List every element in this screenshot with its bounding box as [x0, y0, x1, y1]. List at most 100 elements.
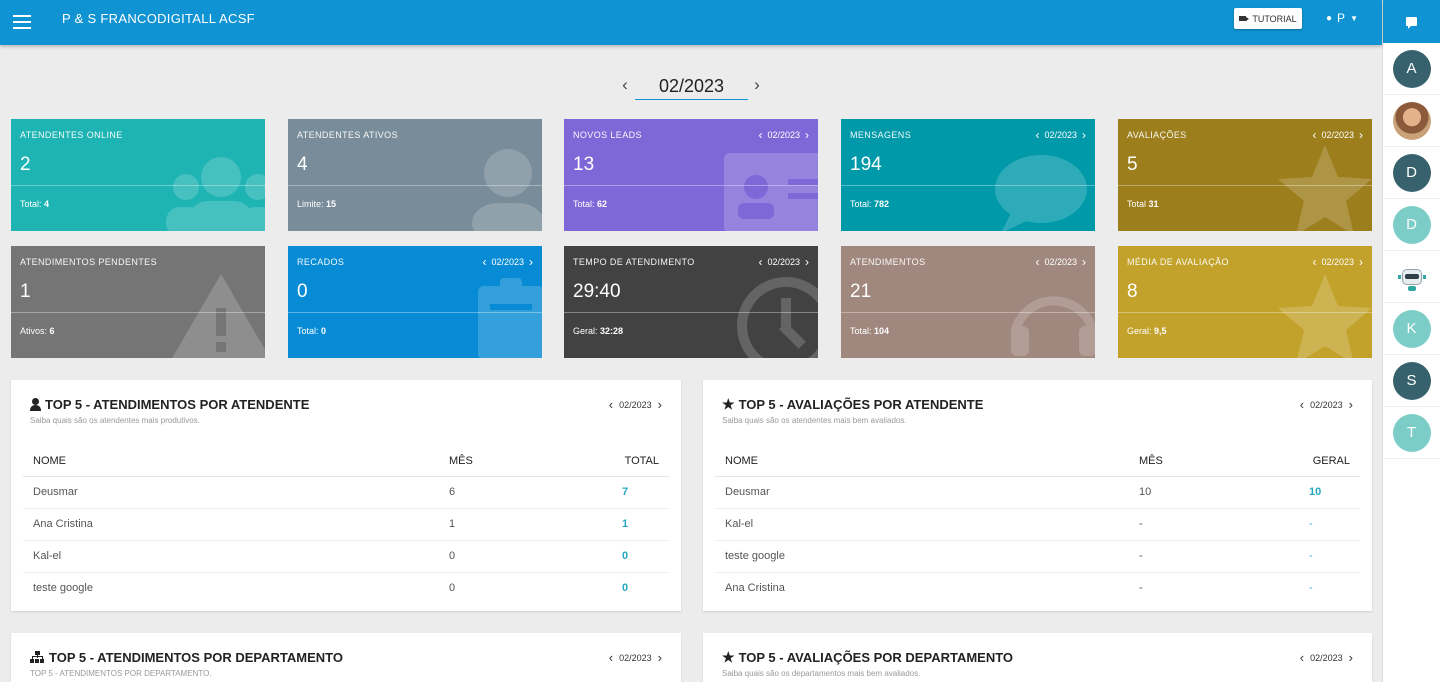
cell-total: -: [1279, 508, 1360, 541]
panel-period-nav: ‹ 02/2023 ›: [1300, 397, 1353, 412]
contact-item[interactable]: D: [1383, 199, 1440, 251]
footer-value: 6: [49, 326, 55, 336]
avatar-initial: A: [1406, 60, 1417, 77]
star-icon: ★: [722, 649, 735, 665]
star-icon: ★: [722, 396, 735, 412]
contact-item[interactable]: D: [1383, 147, 1440, 199]
chevron-left-icon[interactable]: ‹: [1312, 128, 1316, 142]
divider: [564, 185, 818, 186]
table-row: teste google - -: [715, 540, 1360, 573]
cell-month: -: [1129, 540, 1279, 573]
cell-month: 1: [439, 508, 579, 541]
contact-item[interactable]: T: [1383, 407, 1440, 459]
chevron-right-icon[interactable]: ›: [1082, 128, 1086, 142]
panel-period: 02/2023: [1310, 652, 1343, 663]
chevron-left-icon[interactable]: ‹: [1300, 650, 1304, 665]
chevron-right-icon[interactable]: ›: [1349, 650, 1353, 665]
user-menu[interactable]: ● P ▼: [1326, 11, 1358, 25]
column-header[interactable]: NOME: [715, 446, 1129, 477]
chevron-right-icon[interactable]: ›: [1359, 128, 1363, 142]
cell-total: -: [1309, 582, 1313, 595]
column-header[interactable]: MÊS: [1129, 446, 1279, 477]
table-row: Deusmar 6 7: [23, 476, 669, 509]
card-footer: Total: 104: [850, 326, 889, 336]
chevron-right-icon[interactable]: ›: [805, 128, 809, 142]
video-camera-icon: [1239, 16, 1250, 21]
column-header[interactable]: TOTAL: [579, 446, 669, 477]
users-icon: [166, 157, 265, 231]
panel-top-departamento: TOP 5 - ATENDIMENTOS POR DEPARTAMENTO TO…: [11, 633, 681, 682]
card-value: 4: [297, 154, 308, 175]
card-label: RECADOS: [297, 257, 345, 267]
chevron-right-icon[interactable]: ›: [658, 397, 662, 412]
avatar-initial: K: [1406, 320, 1417, 337]
clipboard-icon: [478, 278, 542, 358]
cell-name: Kal-el: [23, 540, 439, 573]
card-period-nav: ‹ 02/2023 ›: [1312, 255, 1363, 269]
avatar-initial: S: [1406, 372, 1417, 389]
chevron-left-icon[interactable]: ‹: [1035, 255, 1039, 269]
contact-item[interactable]: S: [1383, 355, 1440, 407]
divider: [11, 185, 265, 186]
chevron-left-icon[interactable]: ‹: [482, 255, 486, 269]
period-field[interactable]: 02/2023: [635, 74, 748, 100]
chevron-left-icon[interactable]: ‹: [1312, 255, 1316, 269]
cell-month: 10: [1129, 476, 1279, 509]
chevron-right-icon[interactable]: ›: [750, 76, 764, 94]
photo-avatar: [1392, 101, 1431, 140]
card-period: 02/2023: [767, 257, 800, 267]
table-row: Kal-el 0 0: [23, 540, 669, 573]
card-label: ATENDENTES ONLINE: [20, 130, 123, 140]
chevron-right-icon[interactable]: ›: [1349, 397, 1353, 412]
column-header[interactable]: GERAL: [1279, 446, 1360, 477]
contact-item[interactable]: [1383, 251, 1440, 303]
chevron-right-icon[interactable]: ›: [658, 650, 662, 665]
card-period: 02/2023: [491, 257, 524, 267]
divider: [564, 312, 818, 313]
contact-item[interactable]: [1383, 95, 1440, 147]
table-header-row: NOME MÊS TOTAL: [23, 446, 669, 477]
column-header[interactable]: NOME: [23, 446, 439, 477]
chevron-left-icon[interactable]: ‹: [758, 128, 762, 142]
chat-header[interactable]: [1383, 0, 1440, 43]
contact-item[interactable]: A: [1383, 43, 1440, 95]
chevron-left-icon[interactable]: ‹: [758, 255, 762, 269]
card-footer: Total 31: [1127, 199, 1159, 209]
card-period: 02/2023: [1321, 257, 1354, 267]
cell-name: Kal-el: [715, 508, 1129, 541]
divider: [11, 312, 265, 313]
chevron-right-icon[interactable]: ›: [529, 255, 533, 269]
cell-month: 6: [439, 476, 579, 509]
footer-label: Limite:: [297, 199, 324, 209]
chevron-left-icon[interactable]: ‹: [1035, 128, 1039, 142]
chevron-left-icon[interactable]: ‹: [609, 650, 613, 665]
chevron-left-icon[interactable]: ‹: [1300, 397, 1304, 412]
card-period-nav: ‹ 02/2023 ›: [758, 255, 809, 269]
contacts-sidebar: A D D K S T: [1382, 0, 1440, 682]
contacts-list: A D D K S T: [1383, 43, 1440, 459]
chevron-right-icon[interactable]: ›: [1359, 255, 1363, 269]
avatar-initial: D: [1406, 216, 1417, 233]
tutorial-button[interactable]: TUTORIAL: [1234, 8, 1302, 29]
star-icon: [1278, 145, 1372, 231]
footer-value: 9,5: [1154, 326, 1167, 336]
star-icon: [1278, 274, 1372, 358]
divider: [841, 185, 1095, 186]
card-footer: Limite: 15: [297, 199, 336, 209]
chevron-right-icon[interactable]: ›: [1082, 255, 1086, 269]
column-header[interactable]: MÊS: [439, 446, 579, 477]
chevron-left-icon[interactable]: ‹: [618, 76, 632, 94]
avatar: K: [1392, 309, 1431, 348]
panel-title-text: TOP 5 - ATENDIMENTOS POR DEPARTAMENTO: [49, 650, 343, 665]
card-label: ATENDIMENTOS: [850, 257, 926, 267]
card-footer: Total: 4: [20, 199, 49, 209]
footer-label: Total:: [20, 199, 42, 209]
chevron-left-icon[interactable]: ‹: [609, 397, 613, 412]
menu-icon[interactable]: [13, 11, 31, 33]
divider: [288, 312, 542, 313]
table-row: Kal-el - -: [715, 508, 1360, 541]
contact-item[interactable]: K: [1383, 303, 1440, 355]
card-media-avaliacao: MÉDIA DE AVALIAÇÃO ‹ 02/2023 › 8 Geral: 9,…: [1118, 246, 1372, 358]
chevron-right-icon[interactable]: ›: [805, 255, 809, 269]
headset-icon: [1010, 296, 1095, 356]
